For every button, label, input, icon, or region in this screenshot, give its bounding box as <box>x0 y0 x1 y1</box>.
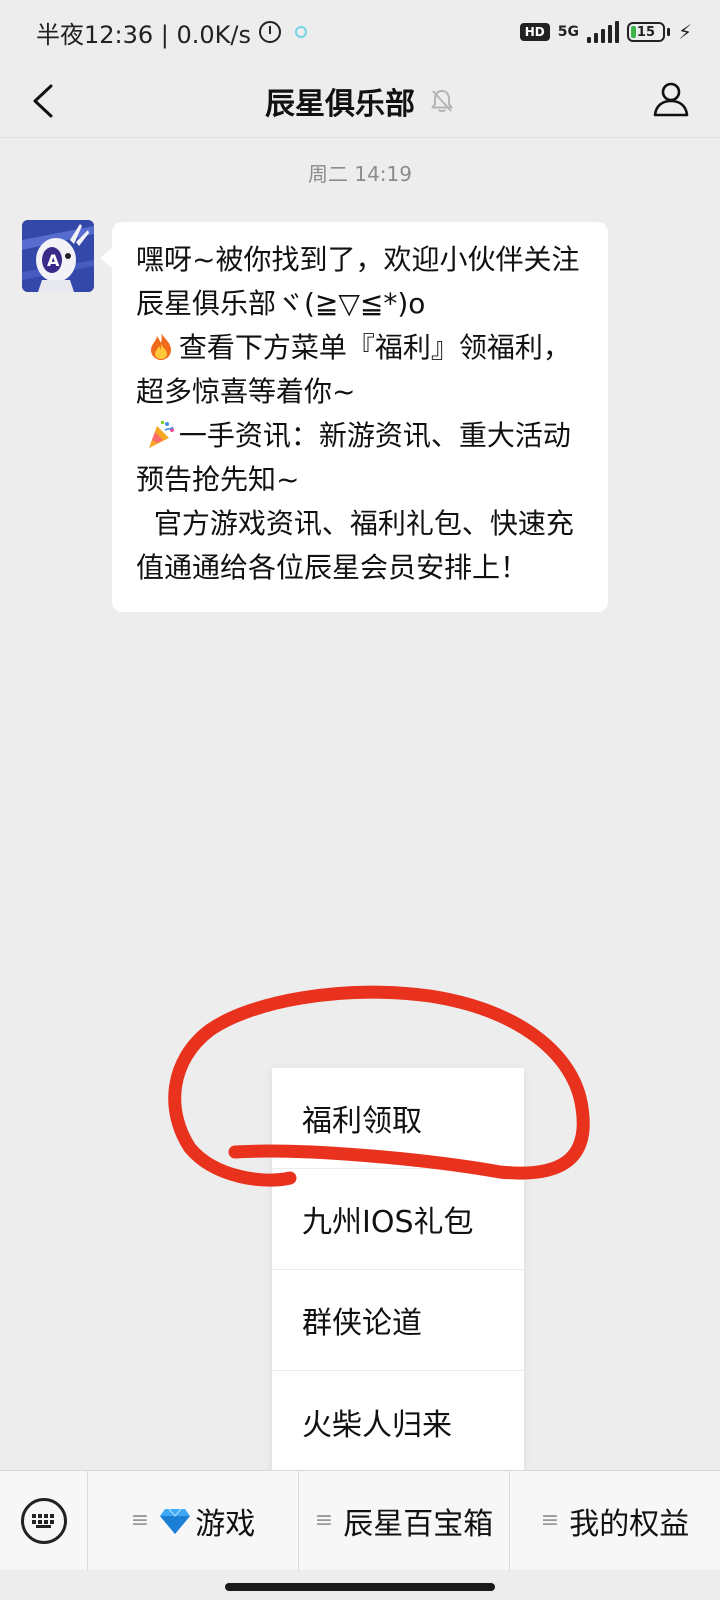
bottom-menu-treasure-box[interactable]: ≡ 辰星百宝箱 <box>299 1470 510 1571</box>
message-line-text: 查看下方菜单『福利』领福利，超多惊喜等着你~ <box>136 331 571 408</box>
gem-icon <box>160 1508 191 1534</box>
account-avatar[interactable]: A <box>22 220 94 292</box>
svg-text:A: A <box>47 251 60 270</box>
status-bar: 半夜12:36 | 0.0K/s HD 5G 15 ⚡ <box>0 0 720 64</box>
hd-badge: HD <box>519 23 550 41</box>
submenu-item-welfare[interactable]: 福利领取 <box>272 1068 524 1169</box>
submenu-item-stickman[interactable]: 火柴人归来 <box>272 1371 524 1472</box>
chat-screen: 半夜12:36 | 0.0K/s HD 5G 15 ⚡ 辰星俱乐部 周二 14:… <box>0 0 720 1600</box>
message-timestamp: 周二 14:19 <box>308 162 412 186</box>
status-time: 半夜12:36 | 0.0K/s <box>36 20 252 49</box>
bottom-menu-bar: ≡ 游戏 ≡ 辰星百宝箱 ≡ 我的权益 <box>0 1470 720 1571</box>
message-bubble[interactable]: 嘿呀~被你找到了，欢迎小伙伴关注辰星俱乐部ヾ(≧▽≦*)o 查看下方菜单『福利』… <box>100 222 608 612</box>
notification-dot-icon <box>295 26 308 38</box>
bottom-menu-label: 我的权益 <box>569 1506 690 1542</box>
message-line-text: 一手资讯：新游资讯、重大活动预告抢先知~ <box>136 419 571 496</box>
nav-bar: 辰星俱乐部 <box>0 64 720 138</box>
party-popper-emoji-icon <box>148 421 174 448</box>
menu-lines-icon: ≡ <box>314 1508 334 1533</box>
alarm-icon <box>259 21 282 43</box>
bottom-menu-games[interactable]: ≡ 游戏 <box>88 1470 299 1571</box>
bottom-menu-my-rights[interactable]: ≡ 我的权益 <box>510 1471 720 1571</box>
battery-level: 15 <box>636 24 655 40</box>
keyboard-icon <box>20 1497 67 1544</box>
fire-emoji-icon <box>150 332 171 360</box>
status-right: HD 5G 15 ⚡ <box>519 20 692 44</box>
nav-title-group: 辰星俱乐部 <box>265 79 455 123</box>
menu-lines-icon: ≡ <box>130 1508 150 1533</box>
message-line-text: 官方游戏资讯、福利礼包、快速充值通通给各位辰星会员安排上！ <box>136 507 574 584</box>
charging-icon: ⚡ <box>677 20 692 44</box>
page-title: 辰星俱乐部 <box>265 86 415 122</box>
keyboard-toggle-button[interactable] <box>0 1470 88 1571</box>
bottom-menu-label: 辰星百宝箱 <box>343 1506 494 1542</box>
message-line: 嘿呀~被你找到了，欢迎小伙伴关注辰星俱乐部ヾ(≧▽≦*)o <box>136 243 580 320</box>
submenu-popup: 福利领取 九州IOS礼包 群侠论道 火柴人归来 <box>272 1068 524 1472</box>
back-button[interactable] <box>26 84 60 118</box>
message-line: 查看下方菜单『福利』领福利，超多惊喜等着你~ <box>136 326 584 414</box>
signal-icon <box>586 21 619 43</box>
home-indicator[interactable] <box>225 1583 495 1591</box>
submenu-item-forum[interactable]: 群侠论道 <box>272 1270 524 1371</box>
network-type: 5G <box>557 24 579 40</box>
chevron-left-icon <box>33 84 53 118</box>
battery-icon: 15 <box>626 22 670 42</box>
status-left: 半夜12:36 | 0.0K/s <box>36 15 308 50</box>
bottom-menu-label: 游戏 <box>195 1506 256 1542</box>
avatar-character-icon: A <box>22 220 94 292</box>
submenu-item-ios-gift[interactable]: 九州IOS礼包 <box>272 1169 524 1270</box>
message-line: 一手资讯：新游资讯、重大活动预告抢先知~ <box>136 414 584 502</box>
person-icon <box>653 82 689 117</box>
message-line: 官方游戏资讯、福利礼包、快速充值通通给各位辰星会员安排上！ <box>136 502 584 590</box>
keyboard-keys-icon <box>31 1513 54 1528</box>
profile-button[interactable] <box>650 78 692 120</box>
mute-bell-icon <box>431 89 453 112</box>
network-label: 5G <box>557 24 579 40</box>
menu-lines-icon: ≡ <box>540 1508 560 1533</box>
